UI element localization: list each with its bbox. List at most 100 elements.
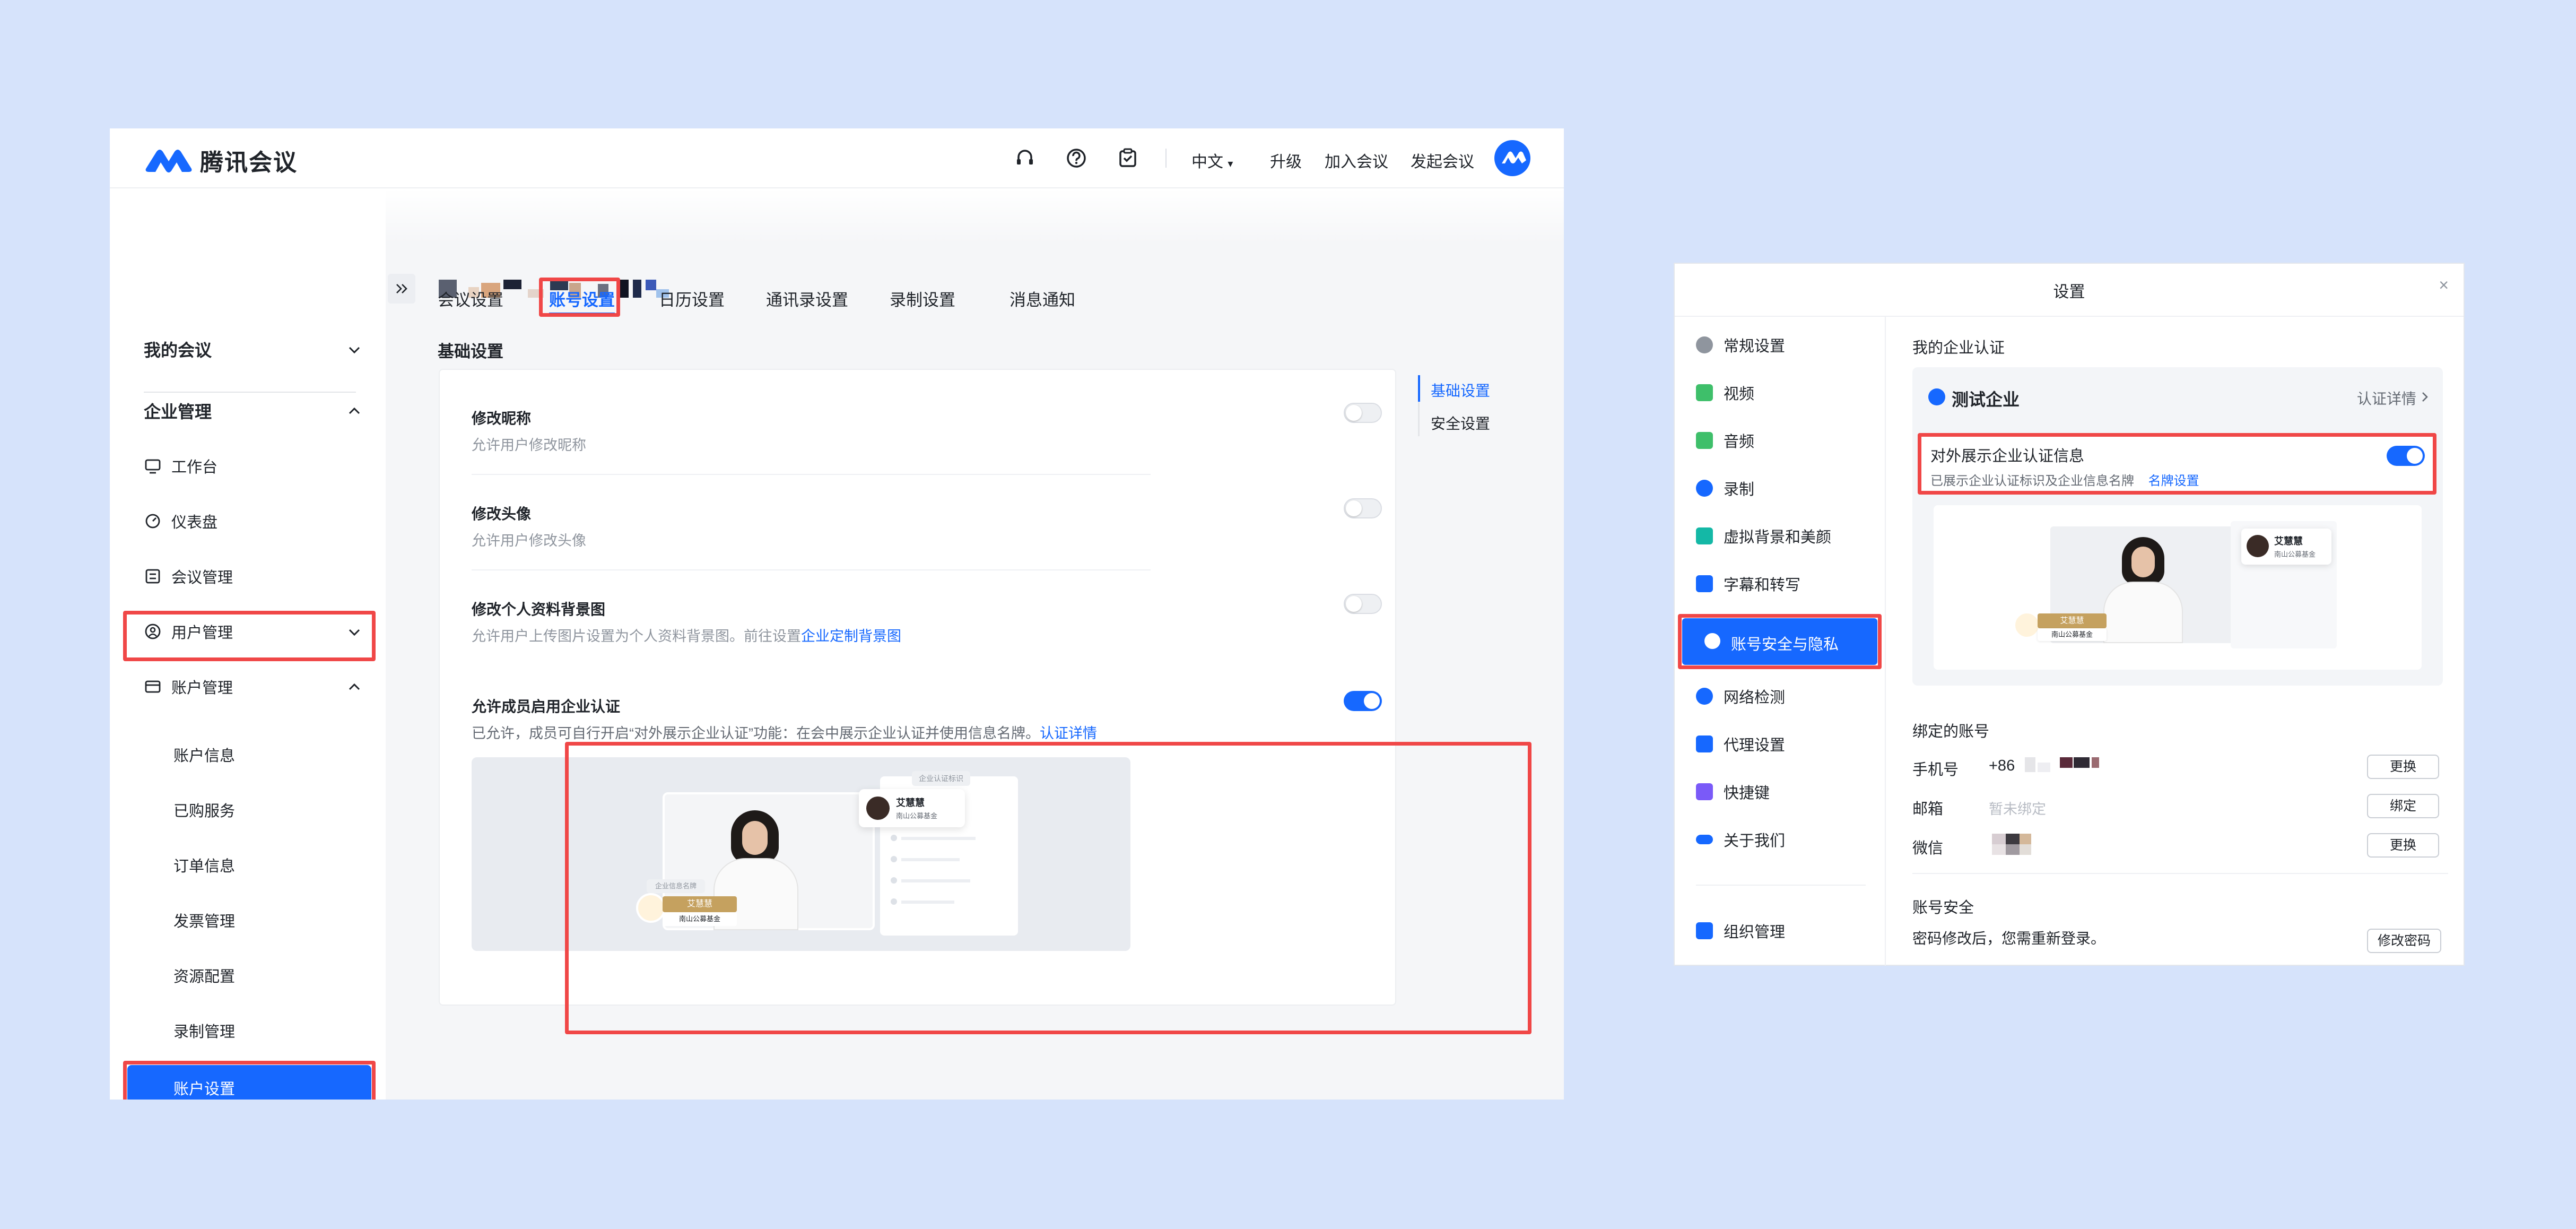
chevron-up-icon bbox=[349, 683, 360, 690]
sidebar-my-meetings-label: 我的会议 bbox=[144, 341, 212, 360]
setting-title: 修改头像 bbox=[472, 506, 532, 522]
menu-item-general[interactable]: 常规设置 bbox=[1696, 329, 1785, 361]
profile-org: 南山公募基金 bbox=[2274, 550, 2316, 558]
language-label: 中文 bbox=[1191, 153, 1223, 171]
headset-icon[interactable] bbox=[1013, 146, 1037, 170]
highlight-box bbox=[123, 611, 376, 661]
cert-section-title: 我的企业认证 bbox=[1912, 340, 2005, 357]
cert-detail-link[interactable]: 认证详情 bbox=[1040, 725, 1097, 741]
menu-item-label: 字幕和转写 bbox=[1724, 577, 1801, 594]
brand-name: 腾讯会议 bbox=[200, 150, 298, 176]
avatar-toggle[interactable] bbox=[1344, 498, 1382, 518]
menu-item-label: 快捷键 bbox=[1724, 785, 1770, 802]
cert-panel: 测试企业 认证详情 对外展示企业认证信息 已展示企业认证标识及企业信息名牌 名牌… bbox=[1912, 367, 2443, 686]
profile-card: 艾慧慧 南山公募基金 bbox=[2241, 529, 2331, 565]
sidebar-item-label: 会议管理 bbox=[171, 569, 233, 586]
menu-item-label: 视频 bbox=[1724, 386, 1755, 403]
help-icon[interactable] bbox=[1065, 146, 1088, 170]
double-chevron-right-icon bbox=[396, 284, 407, 293]
join-meeting-link[interactable]: 加入会议 bbox=[1325, 149, 1388, 172]
language-select[interactable]: 中文 ▾ bbox=[1191, 149, 1233, 172]
chevron-right-icon bbox=[2422, 392, 2428, 402]
setting-desc: 允许用户上传图片设置为个人资料背景图。前往设置企业定制背景图 bbox=[472, 625, 901, 645]
sidebar-item-workbench[interactable]: 工作台 bbox=[144, 450, 372, 482]
gauge-icon bbox=[145, 514, 160, 529]
captions-icon bbox=[1696, 575, 1713, 592]
sidebar-item-meeting-mgmt[interactable]: 会议管理 bbox=[144, 560, 372, 592]
nickname-toggle[interactable] bbox=[1344, 403, 1382, 423]
avatar-logo-icon bbox=[1502, 151, 1526, 163]
bind-email-button[interactable]: 绑定 bbox=[2367, 794, 2439, 818]
menu-item-audio[interactable]: 音频 bbox=[1696, 425, 1754, 456]
chevron-down-icon bbox=[349, 347, 360, 354]
menu-item-shortcuts[interactable]: 快捷键 bbox=[1696, 776, 1770, 808]
menu-item-video[interactable]: 视频 bbox=[1696, 377, 1754, 409]
highlight-box bbox=[565, 742, 1531, 1034]
sidebar-item-dashboard[interactable]: 仪表盘 bbox=[144, 505, 372, 537]
tencent-meeting-logo-icon bbox=[145, 150, 192, 172]
chevron-up-icon bbox=[349, 407, 360, 414]
background-toggle[interactable] bbox=[1344, 594, 1382, 614]
setting-title: 修改昵称 bbox=[472, 410, 532, 427]
globe-icon bbox=[1696, 688, 1713, 705]
speaker-icon bbox=[1696, 432, 1713, 449]
bound-accounts-title: 绑定的账号 bbox=[1912, 723, 1990, 740]
email-value: 暂未绑定 bbox=[1989, 801, 2046, 817]
tab-contacts-settings[interactable]: 通讯录设置 bbox=[766, 287, 848, 310]
menu-item-network[interactable]: 网络检测 bbox=[1696, 680, 1785, 712]
settings-menu: 常规设置 视频 音频 录制 虚拟背景和美颜 字幕和转写 账号安全与隐私 网络检测… bbox=[1675, 317, 1886, 966]
sidebar-item-invoices[interactable]: 发票管理 bbox=[173, 909, 235, 931]
menu-item-recording[interactable]: 录制 bbox=[1696, 472, 1754, 504]
menu-item-proxy[interactable]: 代理设置 bbox=[1696, 728, 1785, 760]
change-wechat-button[interactable]: 更换 bbox=[2367, 833, 2439, 858]
header-divider bbox=[1165, 149, 1167, 168]
expand-panel-button[interactable] bbox=[388, 274, 415, 304]
anchor-security-settings[interactable]: 安全设置 bbox=[1431, 412, 1490, 434]
sidebar-item-purchased[interactable]: 已购服务 bbox=[173, 799, 235, 821]
close-icon[interactable]: × bbox=[2439, 275, 2449, 295]
setting-desc-text: 允许用户上传图片设置为个人资料背景图。前往设置 bbox=[472, 628, 801, 644]
account-security-desc: 密码修改后，您需重新登录。 bbox=[1912, 930, 2106, 947]
sidebar-item-orders[interactable]: 订单信息 bbox=[173, 854, 235, 876]
change-password-button[interactable]: 修改密码 bbox=[2367, 929, 2441, 953]
sidebar-item-account-mgmt[interactable]: 账户管理 bbox=[144, 671, 372, 703]
sidebar-enterprise-mgmt[interactable]: 企业管理 bbox=[144, 395, 372, 427]
setting-title: 允许成员启用企业认证 bbox=[472, 698, 621, 715]
custom-background-link[interactable]: 企业定制背景图 bbox=[801, 628, 901, 644]
menu-item-label: 录制 bbox=[1724, 481, 1755, 498]
highlight-box bbox=[123, 1061, 376, 1100]
sidebar-item-resources[interactable]: 资源配置 bbox=[173, 964, 235, 986]
tab-calendar-settings[interactable]: 日历设置 bbox=[659, 287, 725, 310]
caret-down-icon: ▾ bbox=[1228, 158, 1233, 170]
keyboard-icon bbox=[1696, 783, 1713, 800]
sidebar-item-account-info[interactable]: 账户信息 bbox=[173, 743, 235, 766]
menu-item-captions[interactable]: 字幕和转写 bbox=[1696, 568, 1800, 600]
clipboard-icon[interactable] bbox=[1116, 146, 1139, 170]
sidebar-item-recordings[interactable]: 录制管理 bbox=[173, 1019, 235, 1042]
highlight-box bbox=[539, 278, 620, 317]
enterprise-cert-toggle[interactable] bbox=[1344, 691, 1382, 711]
menu-item-label: 代理设置 bbox=[1724, 737, 1786, 754]
brand[interactable]: 腾讯会议 bbox=[144, 143, 298, 177]
tab-recording-settings[interactable]: 录制设置 bbox=[890, 287, 955, 310]
start-meeting-link[interactable]: 发起会议 bbox=[1411, 149, 1474, 172]
menu-item-about[interactable]: 关于我们 bbox=[1696, 824, 1785, 855]
menu-item-virtual-bg[interactable]: 虚拟背景和美颜 bbox=[1696, 520, 1831, 552]
video-camera-icon bbox=[1696, 384, 1713, 401]
sidebar: 我的会议 企业管理 工作台 仪表盘 会议管理 用户管理 账户管理 账户信息 已购… bbox=[110, 188, 386, 1100]
avatar[interactable] bbox=[1494, 140, 1530, 176]
cert-detail-link[interactable]: 认证详情 bbox=[2357, 387, 2416, 409]
anchor-basic-settings[interactable]: 基础设置 bbox=[1431, 379, 1490, 401]
sidebar-my-meetings[interactable]: 我的会议 bbox=[144, 333, 372, 365]
tab-notifications[interactable]: 消息通知 bbox=[1009, 287, 1075, 310]
sidebar-item-label: 仪表盘 bbox=[171, 514, 218, 531]
tab-meeting-settings[interactable]: 会议设置 bbox=[438, 287, 503, 310]
upgrade-link[interactable]: 升级 bbox=[1270, 149, 1302, 172]
setting-desc: 已允许，成员可自行开启“对外展示企业认证”功能：在会中展示企业认证并使用信息名牌… bbox=[472, 722, 1097, 742]
record-icon bbox=[1696, 480, 1713, 497]
menu-item-org-mgmt[interactable]: 组织管理 bbox=[1696, 915, 1785, 947]
change-phone-button[interactable]: 更换 bbox=[2367, 755, 2439, 779]
highlight-box bbox=[1678, 614, 1882, 669]
menu-item-label: 虚拟背景和美颜 bbox=[1724, 529, 1832, 546]
company-name: 测试企业 bbox=[1952, 390, 2020, 409]
